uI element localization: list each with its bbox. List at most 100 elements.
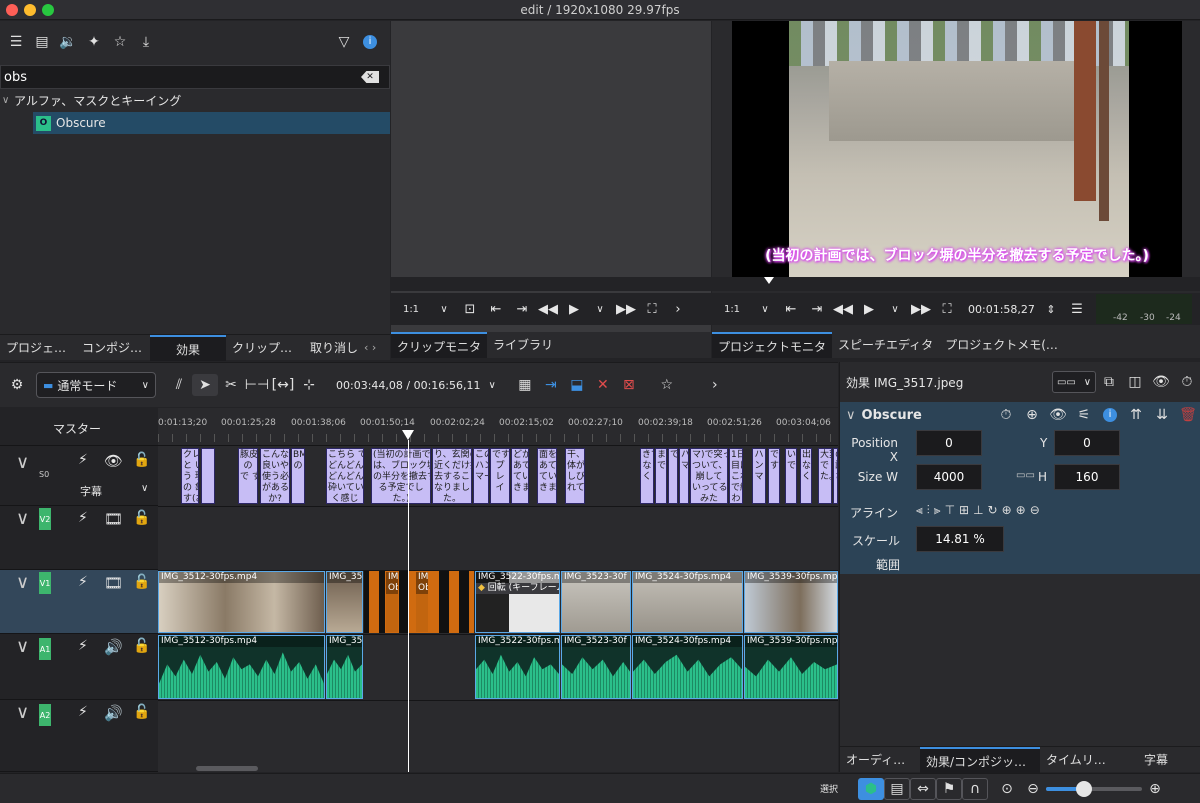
spacer-tool-icon[interactable]: ⫽: [166, 374, 192, 396]
playhead-marker[interactable]: [764, 277, 774, 284]
tab-project[interactable]: プロジェ…: [0, 335, 76, 361]
mark-out-icon[interactable]: ⇥: [804, 302, 830, 317]
tab-project-monitor[interactable]: プロジェクトモニタ: [712, 332, 833, 358]
tab-undo[interactable]: 取り消し: [304, 335, 364, 361]
eye-icon[interactable]: 👁: [1045, 404, 1071, 426]
subtitle-clip[interactable]: 1日 目は これ で終 わ: [729, 448, 743, 504]
position-y-input[interactable]: 0: [1054, 430, 1120, 456]
subtitle-clip[interactable]: [201, 448, 215, 504]
chevron-down-icon[interactable]: ∨: [489, 380, 496, 391]
chevron-right-icon[interactable]: ›: [665, 302, 691, 317]
video-clip[interactable]: IM Ob: [385, 571, 399, 633]
subtitle-track-label[interactable]: 字幕: [80, 483, 102, 499]
tab-composition[interactable]: コンポジ…: [76, 335, 150, 361]
subtitle-clip[interactable]: で す: [768, 448, 780, 504]
video-clip[interactable]: IMG_3539-30fps.mp: [744, 571, 838, 633]
magnet-icon[interactable]: ∩: [962, 777, 989, 800]
effects-wand-icon[interactable]: ⚡: [78, 704, 88, 720]
flag-icon[interactable]: ⚑: [936, 777, 963, 800]
scale-input[interactable]: 14.81 %: [916, 526, 1004, 552]
effects-wand-icon[interactable]: ⚡: [78, 638, 88, 654]
audio-clip[interactable]: IMG_3539-30fps.mp4: [744, 635, 838, 699]
align-right-icon[interactable]: ⫸: [934, 503, 941, 518]
chevron-down-icon[interactable]: ∨: [882, 304, 908, 315]
video-effects-icon[interactable]: ▤: [29, 31, 55, 53]
effects-search-input[interactable]: [1, 66, 361, 88]
favorite-icon[interactable]: ☆: [654, 374, 680, 396]
chevron-down-icon[interactable]: ∨: [587, 304, 613, 315]
audio-effects-icon[interactable]: 🔉: [55, 31, 81, 53]
clip-zoom-label[interactable]: 1:1: [391, 304, 431, 315]
rewind-icon[interactable]: ◀◀: [830, 302, 856, 317]
sliders-icon[interactable]: ⚟: [1071, 404, 1097, 426]
align-bottom-icon[interactable]: ⊥: [973, 503, 983, 517]
video-clip[interactable]: IMG_3524-30fps.mp4: [632, 571, 743, 633]
list-view-icon[interactable]: ☰: [3, 31, 29, 53]
zoom-out-icon[interactable]: ⊖: [1030, 503, 1040, 517]
track-settings-icon[interactable]: ⚙: [4, 374, 30, 396]
insert-icon[interactable]: ⇥: [538, 374, 564, 396]
collapse-chevron-icon[interactable]: ∨: [16, 572, 29, 593]
subtitle-clip[interactable]: 大変 でし た。: [818, 448, 832, 504]
subtitle-clip[interactable]: 出 な く: [800, 448, 812, 504]
align-top-icon[interactable]: ⊤: [945, 503, 955, 517]
subtitle-clip[interactable]: 豚皮 の で す: [238, 448, 258, 504]
align-left-icon[interactable]: ⫷: [916, 503, 923, 518]
timeline-ruler[interactable]: 0:01:13;20 00:01:25;28 00:01:38;06 00:01…: [158, 408, 838, 446]
film-icon[interactable]: ▤: [884, 777, 911, 800]
subtitle-clip[interactable]: マ)で突っ ついて、 崩して いってる みた: [690, 448, 728, 504]
subtitle-clip[interactable]: り、玄関の 近くだけ撤 去することに なりまし た。: [432, 448, 472, 504]
audio-clip[interactable]: IMG_3524-30fps.mp4: [632, 635, 743, 699]
chevron-right-icon[interactable]: ›: [702, 374, 728, 396]
speaker-icon[interactable]: 🔊: [104, 704, 123, 722]
play-icon[interactable]: ▶: [856, 302, 882, 317]
collapse-chevron-icon[interactable]: ∨: [16, 452, 29, 473]
minimize-window-button[interactable]: [24, 4, 36, 16]
download-icon[interactable]: ⤓: [133, 31, 159, 53]
mark-in-icon[interactable]: ⇤: [778, 302, 804, 317]
mark-out-icon[interactable]: ⇥: [509, 302, 535, 317]
zoom-fit-icon[interactable]: ⊕: [1002, 503, 1012, 517]
effects-wand-icon[interactable]: ⚡: [78, 574, 88, 590]
subtitle-clip[interactable]: こちら で どんどん どんどん 砕いてい く感じ: [326, 448, 364, 504]
close-window-button[interactable]: [6, 4, 18, 16]
tab-clip[interactable]: クリップ…: [226, 335, 304, 361]
razor-tool-icon[interactable]: ✂: [218, 374, 244, 396]
subtitle-clip[interactable]: ま で: [655, 448, 667, 504]
link-ratio-icon[interactable]: ▭▭: [1016, 470, 1035, 481]
chevron-down-icon[interactable]: ∨: [752, 304, 778, 315]
forward-icon[interactable]: ▶▶: [908, 302, 934, 317]
lock-icon[interactable]: 🔓: [133, 704, 150, 720]
mark-in-icon[interactable]: ⇤: [483, 302, 509, 317]
lock-icon[interactable]: 🔓: [133, 638, 150, 654]
subtitle-clip[interactable]: 面を あて てい きま: [537, 448, 557, 504]
custom-effects-icon[interactable]: ✦: [81, 31, 107, 53]
tab-speech-editor[interactable]: スピーチエディタ: [832, 332, 939, 358]
zoom-window-button[interactable]: [42, 4, 54, 16]
zoom-out-icon[interactable]: ⊖: [1020, 778, 1046, 800]
save-stack-icon[interactable]: ⧉: [1096, 371, 1122, 393]
speaker-icon[interactable]: 🔊: [104, 638, 123, 656]
play-icon[interactable]: ▶: [561, 302, 587, 317]
timeline-playhead-line[interactable]: [408, 440, 409, 772]
tree-category[interactable]: ∨ アルファ、マスクとキーイング: [0, 90, 390, 112]
subtitle-clip[interactable]: 干、 体が しび れて: [565, 448, 585, 504]
eye-icon[interactable]: 👁: [104, 452, 123, 470]
subtitle-clip[interactable]: きて な く: [640, 448, 654, 504]
tree-item-obscure[interactable]: O Obscure: [33, 112, 390, 134]
master-label[interactable]: マスター: [53, 420, 101, 437]
video-clip[interactable]: IM Ob: [415, 571, 429, 633]
subtitle-clip[interactable]: い で: [785, 448, 797, 504]
zoom-slider-handle[interactable]: [1076, 780, 1093, 797]
slide-tool-icon[interactable]: ⊹: [296, 374, 322, 396]
video-clip[interactable]: IMG_3522-30fps.m ◆ 回転 (キーフレーム: [475, 571, 560, 633]
compare-view-select[interactable]: ▭▭ ∨: [1052, 371, 1096, 393]
tab-subtitles[interactable]: 字幕: [1126, 747, 1186, 773]
size-w-input[interactable]: 4000: [916, 464, 982, 490]
audio-split-icon[interactable]: ⇔: [910, 777, 937, 800]
ripple-tool-icon[interactable]: [↔]: [270, 374, 296, 396]
lock-icon[interactable]: 🔓: [133, 574, 150, 590]
video-clip[interactable]: IMG_35: [326, 571, 363, 633]
film-icon[interactable]: 🎞: [104, 510, 123, 528]
zoom-fit-icon[interactable]: ⊙: [994, 778, 1020, 800]
